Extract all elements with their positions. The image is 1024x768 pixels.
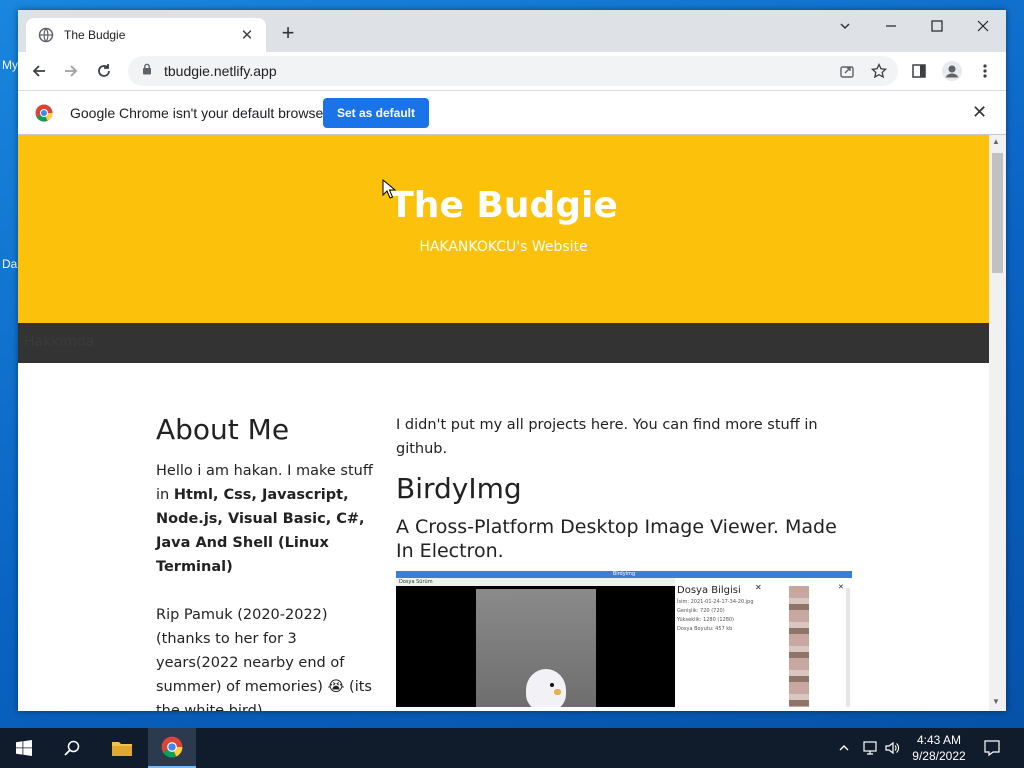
scroll-down-arrow-icon[interactable]: ▼ [992,697,1000,706]
close-window-button[interactable] [960,10,1006,42]
desktop-icon-label[interactable]: Da [2,257,17,271]
tab-close-icon[interactable]: ✕ [238,26,256,44]
taskbar-clock[interactable]: 4:43 AM 9/28/2022 [904,732,974,764]
budgie-beak [554,689,561,695]
memorial-text: Rip Pamuk (2020-2022) (thanks to her for… [156,607,372,711]
profile-avatar-icon[interactable] [941,60,963,82]
infobar-close-icon[interactable]: ✕ [972,102,987,123]
site-subtitle: HAKANKOKCU's Website [419,239,588,255]
projects-section: I didn't put my all projects here. You c… [396,413,854,707]
projects-note: I didn't put my all projects here. You c… [396,417,818,457]
mouse-cursor-icon [382,179,396,199]
page-scrollbar[interactable]: ▲ ▼ [989,135,1006,711]
globe-icon [38,27,54,43]
set-as-default-button[interactable]: Set as default [323,98,429,128]
tab-title: The Budgie [64,28,126,42]
panel-line: Dosya Boyutu: 457 kb [677,626,733,632]
notification-icon[interactable] [983,738,1001,760]
chrome-logo-icon [35,104,53,127]
scrollbar-thumb[interactable] [992,153,1003,273]
panel-line: İsim: 2021-01-24-17-34-20.jpg [677,599,754,605]
clock-time: 4:43 AM [916,733,962,747]
infobar-message: Google Chrome isn't your default browser [70,105,328,121]
forward-arrow-icon[interactable] [60,60,82,82]
network-icon[interactable] [862,738,878,759]
thumbnail-scrollbar [846,588,850,707]
browser-window: The Budgie ✕ + tbudgie.netlify.app Googl… [18,10,1006,711]
screenshot-photo [476,589,596,707]
clock-date: 9/28/2022 [912,749,966,763]
nav-link-about[interactable]: Hakkımda [24,334,94,350]
tab-strip: The Budgie ✕ + [18,10,1006,52]
panel-line: Yükseklik: 1280 (1280) [677,617,735,623]
site-title: The Budgie [389,185,618,226]
screenshot-info-panel: Dosya Bilgisi ✕ İsim: 2021-01-24-17-34-2… [675,578,852,707]
browser-toolbar: tbudgie.netlify.app [18,52,1006,90]
tab-the-budgie[interactable]: The Budgie ✕ [26,18,266,52]
chrome-taskbar-button[interactable] [148,728,196,768]
file-explorer-icon[interactable] [98,728,146,768]
minimize-button[interactable] [868,10,914,42]
screenshot-window-title: BirdyImg [612,571,636,577]
project-title: BirdyImg [396,472,522,505]
panel-close-icon: ✕ [755,583,762,592]
site-navbar: Hakkımda [18,323,989,363]
menu-dots-icon[interactable] [974,60,996,82]
volume-icon[interactable] [884,738,900,759]
maximize-button[interactable] [914,10,960,42]
budgie-eye [550,683,554,687]
start-button[interactable] [0,728,48,768]
back-arrow-icon[interactable] [28,60,50,82]
desktop-icon-label[interactable]: My [2,58,18,72]
budgie-image [526,669,566,707]
about-text: Hello i am hakan. I make stuff in Html, … [156,459,378,579]
url-text: tbudgie.netlify.app [164,63,277,79]
lock-icon[interactable] [142,62,152,80]
project-screenshot: BirdyImg Dosya Sürüm Dosya Bilgisi ✕ İsi… [396,571,852,707]
thumbnail-close-icon: ✕ [838,583,844,591]
panel-title: Dosya Bilgisi [677,585,741,596]
panel-line: Genişlik: 720 (720) [677,608,725,614]
default-browser-infobar: Google Chrome isn't your default browser… [18,90,1006,135]
about-skills: Html, Css, Javascript, Node.js, Visual B… [156,487,365,575]
tab-search-icon[interactable] [822,10,868,42]
site-header: The Budgie HAKANKOKCU's Website [18,135,989,323]
taskbar: 4:43 AM 9/28/2022 [0,728,1024,768]
scroll-up-arrow-icon[interactable]: ▲ [992,137,1000,146]
address-bar[interactable]: tbudgie.netlify.app [128,56,898,86]
thumbnail-strip [789,586,809,707]
page-viewport: The Budgie HAKANKOKCU's Website Hakkımda… [18,135,989,711]
about-heading: About Me [156,413,290,446]
side-panel-icon[interactable] [908,60,930,82]
chevron-up-icon[interactable] [838,738,850,757]
about-section: About Me Hello i am hakan. I make stuff … [156,413,378,711]
share-icon[interactable] [836,60,858,82]
project-description: A Cross-Platform Desktop Image Viewer. M… [396,516,837,562]
search-icon[interactable] [48,728,96,768]
screenshot-menu: Dosya Sürüm [396,578,675,586]
bookmark-star-icon[interactable] [868,60,890,82]
reload-icon[interactable] [93,60,115,82]
new-tab-button[interactable]: + [276,22,300,46]
